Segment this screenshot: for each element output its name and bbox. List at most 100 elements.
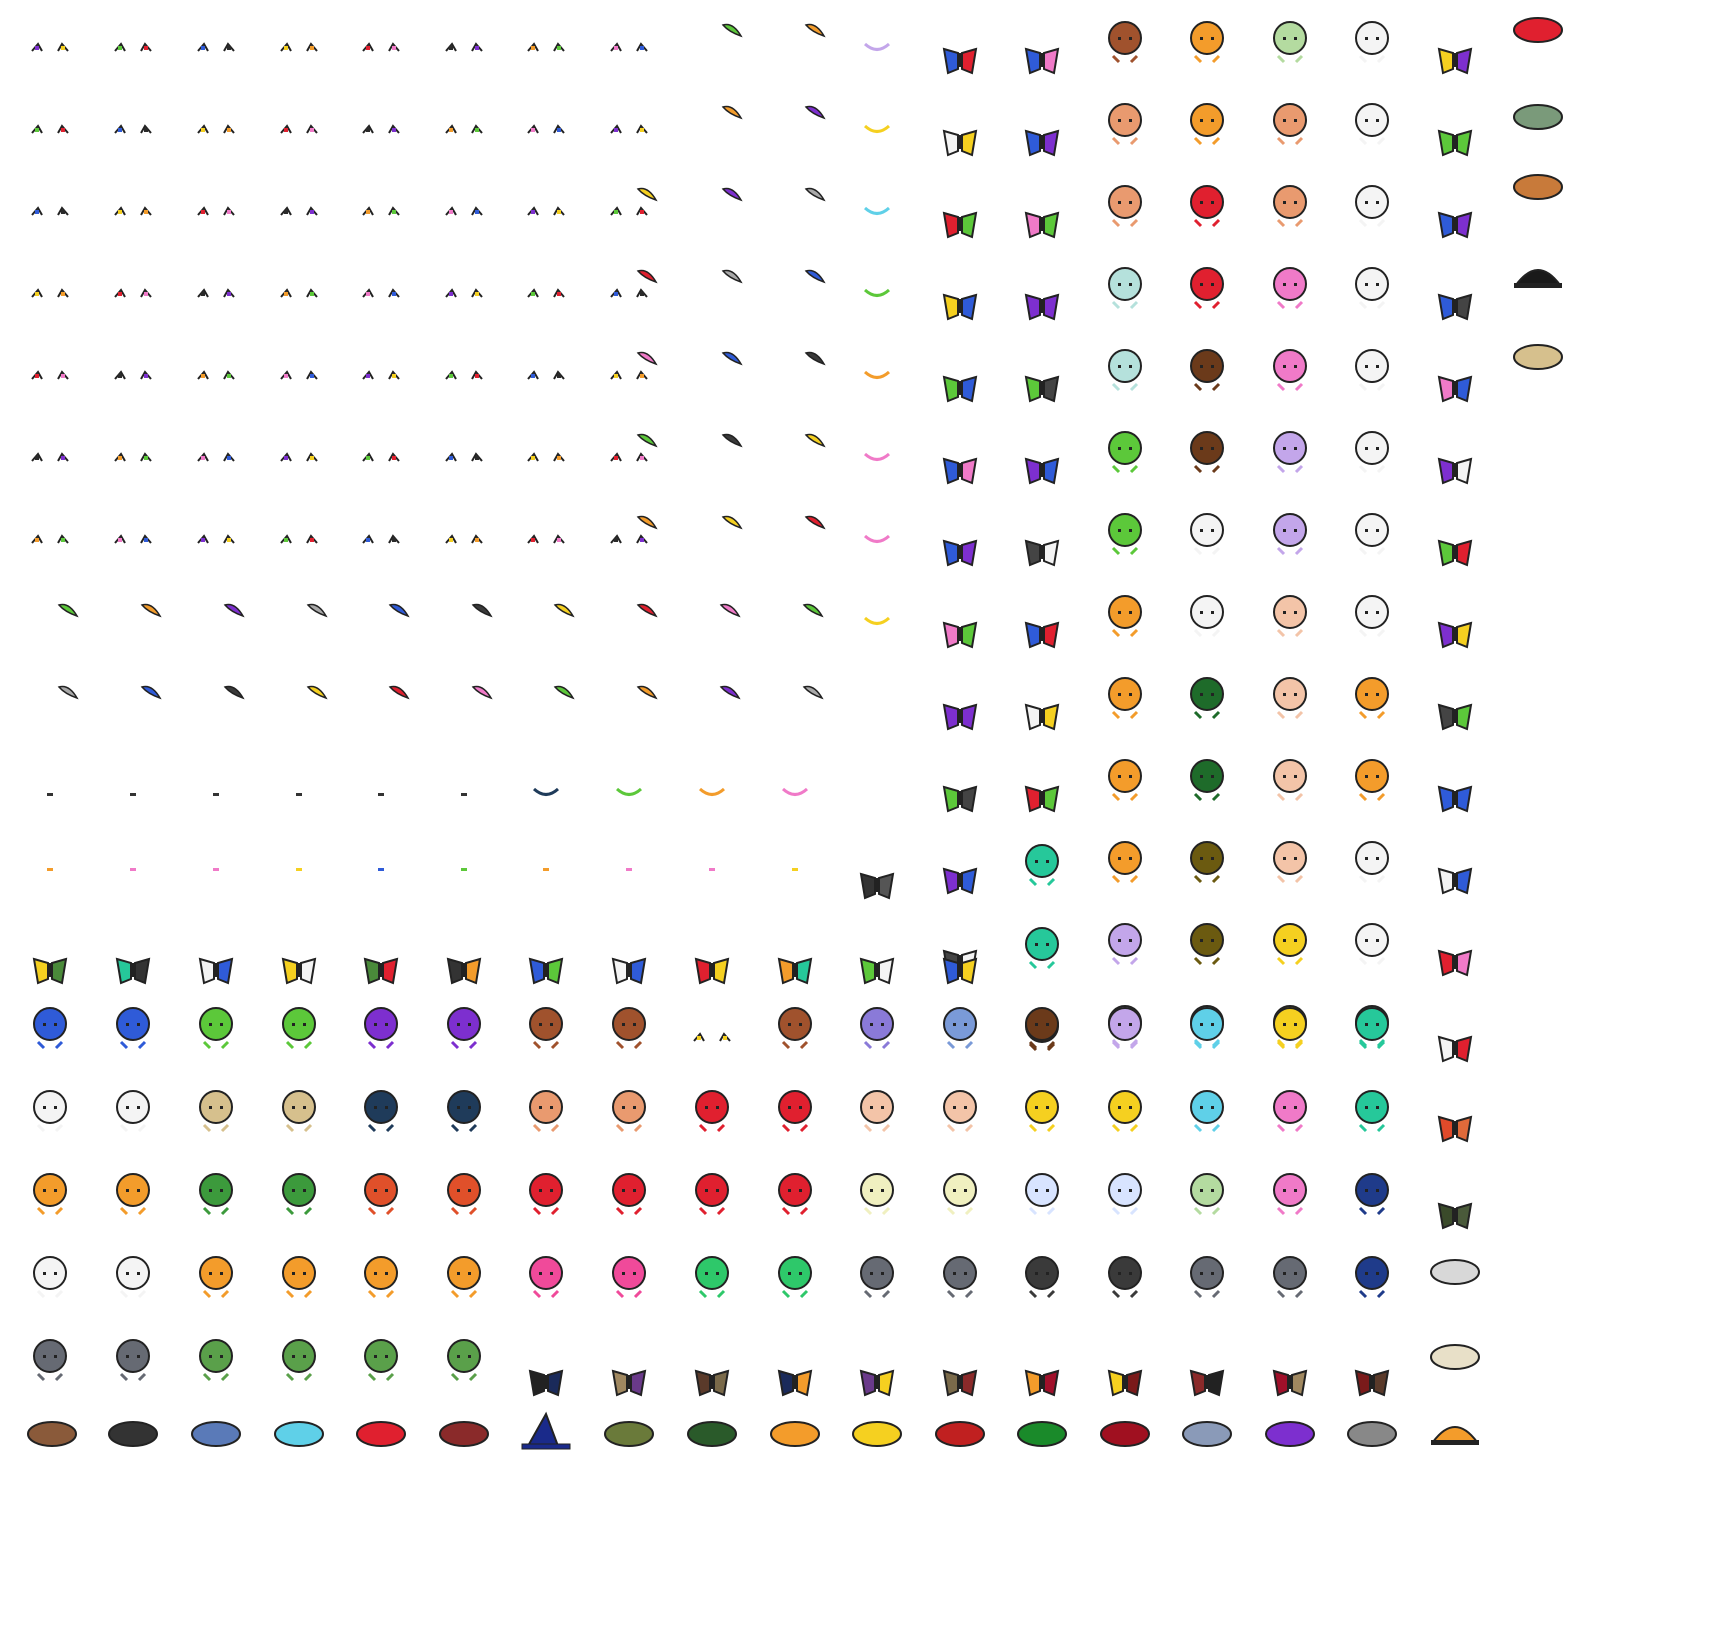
head-sprite (529, 1256, 563, 1299)
head-sprite (1190, 431, 1224, 474)
head-sprite (199, 1173, 233, 1216)
wings-sprite (1437, 621, 1473, 649)
eyes-sprite (197, 42, 235, 52)
feather-sprite (721, 351, 743, 366)
wings-sprite (1024, 457, 1060, 485)
feather-sprite (388, 603, 410, 618)
head-sprite (33, 1173, 67, 1216)
eyes-sprite (445, 124, 483, 134)
head-sprite (778, 1007, 812, 1050)
head-sprite (1190, 185, 1224, 228)
head-sprite (282, 1173, 316, 1216)
head-sprite (1355, 1256, 1389, 1299)
head-sprite (1355, 1173, 1389, 1216)
eyes-sprite (280, 534, 318, 544)
head-sprite (364, 1256, 398, 1299)
eyes-sprite (527, 288, 565, 298)
wings-sprite (611, 957, 647, 985)
head-sprite (1108, 1256, 1142, 1299)
head-sprite (1190, 923, 1224, 966)
head-sprite (1108, 1090, 1142, 1133)
eyes-sprite (197, 288, 235, 298)
head-sprite (1190, 1007, 1224, 1050)
head-sprite (1108, 349, 1142, 392)
head-sprite (1273, 1090, 1307, 1133)
head-sprite (116, 1007, 150, 1050)
eyes-sprite (114, 288, 152, 298)
mouth-sprite (532, 787, 560, 796)
head-sprite (943, 1173, 977, 1216)
head-sprite (1108, 103, 1142, 146)
wings-sprite (1024, 703, 1060, 731)
head-sprite (1108, 923, 1142, 966)
head-sprite (612, 1007, 646, 1050)
head-sprite (1273, 1256, 1307, 1299)
head-sprite (1190, 349, 1224, 392)
feather-sprite (721, 105, 743, 120)
head-sprite (1108, 185, 1142, 228)
hat-sprite (27, 1421, 77, 1447)
hat-sprite (191, 1421, 241, 1447)
wings-sprite (1024, 785, 1060, 813)
dot-sprite (130, 868, 136, 871)
head-sprite (529, 1090, 563, 1133)
wings-sprite (942, 621, 978, 649)
head-sprite (1190, 759, 1224, 802)
wings-sprite (859, 957, 895, 985)
wings-sprite (942, 457, 978, 485)
eyes-sprite (31, 288, 69, 298)
head-sprite (1025, 844, 1059, 887)
hat-sprite (770, 1421, 820, 1447)
head-sprite (943, 1007, 977, 1050)
wings-sprite (1437, 293, 1473, 321)
head-sprite (116, 1339, 150, 1382)
head-sprite (447, 1173, 481, 1216)
head-sprite (1273, 349, 1307, 392)
eyes-sprite (31, 124, 69, 134)
feather-sprite (804, 269, 826, 284)
eyes-sprite (527, 534, 565, 544)
eyes-sprite (445, 288, 483, 298)
head-sprite (1355, 759, 1389, 802)
head-sprite (1355, 513, 1389, 556)
wings-sprite (694, 957, 730, 985)
wings-sprite (942, 867, 978, 895)
eyes-sprite (445, 534, 483, 544)
head-sprite (860, 1090, 894, 1133)
wings-sprite (1437, 949, 1473, 977)
dot-sprite (792, 868, 798, 871)
head-sprite (778, 1090, 812, 1133)
mouth-sprite (615, 787, 643, 796)
wings-sprite (1024, 375, 1060, 403)
wings-sprite (942, 47, 978, 75)
head-sprite (695, 1173, 729, 1216)
dot-sprite (296, 793, 302, 796)
eyes-sprite (610, 124, 648, 134)
head-sprite (1108, 267, 1142, 310)
head-sprite (199, 1339, 233, 1382)
wings-sprite (281, 957, 317, 985)
feather-sprite (553, 603, 575, 618)
mouth-sprite (863, 206, 891, 215)
feather-sprite (804, 433, 826, 448)
feather-sprite (140, 685, 162, 700)
hat-sprite (687, 1421, 737, 1447)
eyes-sprite (610, 206, 648, 216)
feather-sprite (804, 351, 826, 366)
head-sprite (199, 1007, 233, 1050)
hat-sprite (1513, 104, 1563, 130)
head-sprite (1108, 1173, 1142, 1216)
eyes-sprite (362, 124, 400, 134)
wings-sprite (942, 703, 978, 731)
wings-sprite (1437, 457, 1473, 485)
eyes-sprite (31, 534, 69, 544)
feather-sprite (388, 685, 410, 700)
feather-sprite (57, 685, 79, 700)
head-sprite (1355, 923, 1389, 966)
head-sprite (1108, 595, 1142, 638)
wings-sprite (32, 957, 68, 985)
head-sprite (860, 1007, 894, 1050)
head-sprite (1190, 513, 1224, 556)
eyes-sprite (114, 124, 152, 134)
eyes-sprite (197, 452, 235, 462)
